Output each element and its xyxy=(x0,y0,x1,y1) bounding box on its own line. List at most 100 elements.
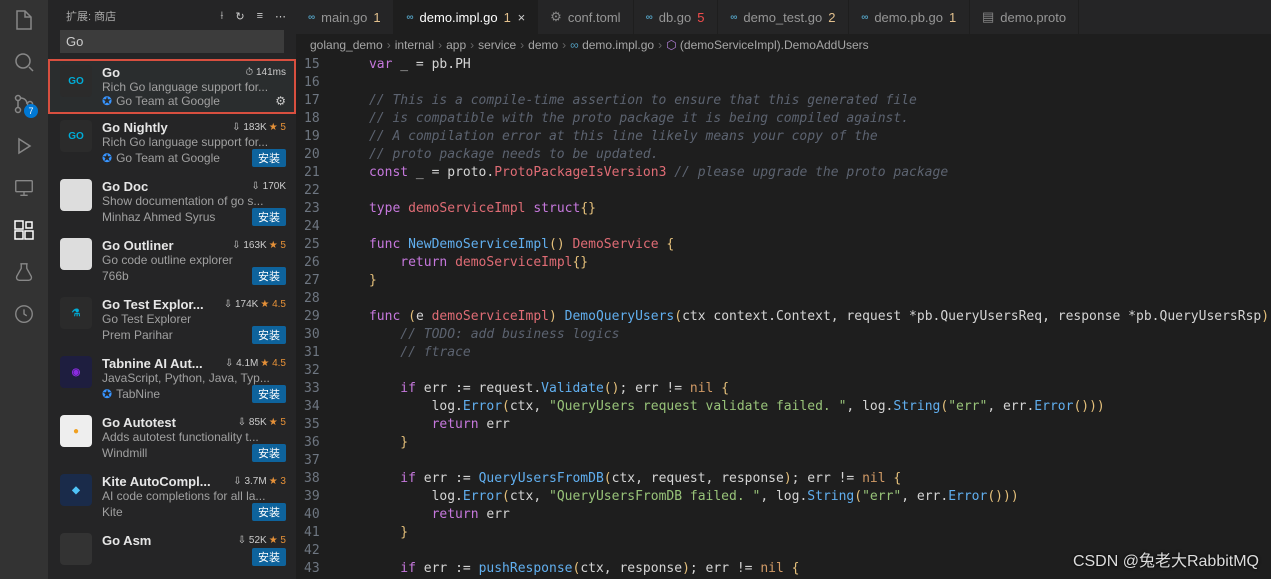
install-button[interactable]: 安装 xyxy=(252,267,286,285)
extension-list: GO Go ⏱ 141ms Rich Go language support f… xyxy=(48,59,296,579)
scm-badge: 7 xyxy=(24,104,38,118)
tab-label: demo.pb.go xyxy=(874,10,943,25)
breadcrumb[interactable]: golang_demo›internal›app›service›demo›∞ … xyxy=(296,34,1271,56)
breadcrumb-item[interactable]: demo xyxy=(528,38,558,52)
extension-publisher: ✪ Go Team at Google xyxy=(102,94,220,108)
extension-name: Kite AutoCompl... xyxy=(102,474,211,489)
extension-item[interactable]: Go Outliner ⇩ 163K ★ 5 Go code outline e… xyxy=(48,232,296,291)
extension-desc: Rich Go language support for... xyxy=(102,135,286,149)
editor-tab[interactable]: ⚙conf.toml xyxy=(538,0,633,34)
sidebar-header: 扩展: 商店 ⟊ ↻ ≡ ⋯ xyxy=(48,0,296,30)
extension-icon: GO xyxy=(60,65,92,97)
editor-tab[interactable]: ∞demo.impl.go1× xyxy=(394,0,538,34)
extension-icon: ◉ xyxy=(60,356,92,388)
editor-area: ∞main.go1∞demo.impl.go1×⚙conf.toml∞db.go… xyxy=(296,0,1271,579)
extension-stat: ⇩ 163K ★ 5 xyxy=(232,240,286,251)
bookmarks-icon[interactable] xyxy=(12,302,36,326)
extensions-icon[interactable] xyxy=(12,218,36,242)
editor-tab[interactable]: ∞main.go1 xyxy=(296,0,394,34)
code-lines[interactable]: var _ = pb.PH // This is a compile-time … xyxy=(338,56,1271,579)
install-button[interactable]: 安装 xyxy=(252,548,286,566)
install-button[interactable]: 安装 xyxy=(252,208,286,226)
breadcrumb-item[interactable]: service xyxy=(478,38,516,52)
search-icon[interactable] xyxy=(12,50,36,74)
extension-item[interactable]: ◆ Kite AutoCompl... ⇩ 3.7M ★ 3 AI code c… xyxy=(48,468,296,527)
extension-item[interactable]: ◉ Tabnine AI Aut... ⇩ 4.1M ★ 4.5 JavaScr… xyxy=(48,350,296,409)
extension-stat: ⇩ 183K ★ 5 xyxy=(232,122,286,133)
extension-icon: ● xyxy=(60,415,92,447)
extension-stat: ⇩ 170K xyxy=(251,181,286,192)
extension-publisher: ✪ Go Team at Google xyxy=(102,151,220,165)
filter-icon[interactable]: ⟊ xyxy=(221,10,224,23)
clear-icon[interactable]: ≡ xyxy=(257,10,263,23)
extension-icon: GO xyxy=(60,120,92,152)
extension-publisher: 766b xyxy=(102,269,129,283)
remote-icon[interactable] xyxy=(12,176,36,200)
editor-tab[interactable]: ∞db.go5 xyxy=(634,0,719,34)
extension-name: Go Nightly xyxy=(102,120,168,135)
extension-publisher: Prem Parihar xyxy=(102,328,173,342)
activity-bar: 7 xyxy=(0,0,48,579)
extension-icon: ◆ xyxy=(60,474,92,506)
extension-icon xyxy=(60,179,92,211)
testing-icon[interactable] xyxy=(12,260,36,284)
editor-tab[interactable]: ▤demo.proto xyxy=(970,0,1079,34)
source-control-icon[interactable]: 7 xyxy=(12,92,36,116)
extension-item[interactable]: ⚗ Go Test Explor... ⇩ 174K ★ 4.5 Go Test… xyxy=(48,291,296,350)
tab-label: conf.toml xyxy=(568,10,621,25)
extension-stat: ⏱ 141ms xyxy=(245,67,286,78)
breadcrumb-item[interactable]: app xyxy=(446,38,466,52)
install-button[interactable]: 安装 xyxy=(252,326,286,344)
extension-stat: ⇩ 52K ★ 5 xyxy=(238,535,286,546)
refresh-icon[interactable]: ↻ xyxy=(235,10,244,23)
line-gutter: 1516171819202122232425262728293031323334… xyxy=(296,56,338,579)
tab-label: db.go xyxy=(659,10,692,25)
extension-name: Go Asm xyxy=(102,533,151,548)
extension-item[interactable]: ● Go Autotest ⇩ 85K ★ 5 Adds autotest fu… xyxy=(48,409,296,468)
code-editor[interactable]: 1516171819202122232425262728293031323334… xyxy=(296,56,1271,579)
extension-stat: ⇩ 3.7M ★ 3 xyxy=(233,476,286,487)
extension-name: Go xyxy=(102,65,120,80)
sidebar-title: 扩展: 商店 xyxy=(66,8,116,24)
more-icon[interactable]: ⋯ xyxy=(275,10,286,23)
extension-name: Tabnine AI Aut... xyxy=(102,356,203,371)
extension-desc: Rich Go language support for... xyxy=(102,80,286,94)
extension-stat: ⇩ 174K ★ 4.5 xyxy=(224,299,286,310)
extension-publisher: Minhaz Ahmed Syrus xyxy=(102,210,215,224)
gear-icon[interactable]: ⚙ xyxy=(275,94,286,108)
breadcrumb-item[interactable]: internal xyxy=(395,38,434,52)
extensions-sidebar: 扩展: 商店 ⟊ ↻ ≡ ⋯ GO Go ⏱ 141ms Rich Go lan… xyxy=(48,0,296,579)
extension-desc: JavaScript, Python, Java, Typ... xyxy=(102,371,286,385)
install-button[interactable]: 安装 xyxy=(252,385,286,403)
extension-stat: ⇩ 85K ★ 5 xyxy=(238,417,286,428)
extension-name: Go Autotest xyxy=(102,415,176,430)
files-icon[interactable] xyxy=(12,8,36,32)
extension-item[interactable]: Go Asm ⇩ 52K ★ 5 安装 xyxy=(48,527,296,572)
editor-tab[interactable]: ∞demo_test.go2 xyxy=(718,0,849,34)
tab-label: demo.proto xyxy=(1000,10,1066,25)
extension-item[interactable]: GO Go ⏱ 141ms Rich Go language support f… xyxy=(48,59,296,114)
editor-tab[interactable]: ∞demo.pb.go1 xyxy=(849,0,970,34)
extension-desc: Adds autotest functionality t... xyxy=(102,430,286,444)
extension-desc: AI code completions for all la... xyxy=(102,489,286,503)
extension-item[interactable]: Go Doc ⇩ 170K Show documentation of go s… xyxy=(48,173,296,232)
debug-icon[interactable] xyxy=(12,134,36,158)
extension-item[interactable]: GO Go Nightly ⇩ 183K ★ 5 Rich Go languag… xyxy=(48,114,296,173)
extension-publisher: Windmill xyxy=(102,446,147,460)
extension-icon xyxy=(60,533,92,565)
tab-label: main.go xyxy=(321,10,367,25)
breadcrumb-item[interactable]: ∞ demo.impl.go xyxy=(570,38,654,52)
tab-bar: ∞main.go1∞demo.impl.go1×⚙conf.toml∞db.go… xyxy=(296,0,1271,34)
extension-publisher: Kite xyxy=(102,505,123,519)
breadcrumb-item[interactable]: ⬡ (demoServiceImpl).DemoAddUsers xyxy=(666,38,869,52)
extension-search-input[interactable] xyxy=(60,30,284,53)
close-icon[interactable]: × xyxy=(518,10,526,25)
extension-name: Go Doc xyxy=(102,179,148,194)
extension-desc: Go Test Explorer xyxy=(102,312,286,326)
tab-label: demo.impl.go xyxy=(420,10,498,25)
install-button[interactable]: 安装 xyxy=(252,149,286,167)
extension-desc: Show documentation of go s... xyxy=(102,194,286,208)
install-button[interactable]: 安装 xyxy=(252,503,286,521)
breadcrumb-item[interactable]: golang_demo xyxy=(310,38,383,52)
install-button[interactable]: 安装 xyxy=(252,444,286,462)
